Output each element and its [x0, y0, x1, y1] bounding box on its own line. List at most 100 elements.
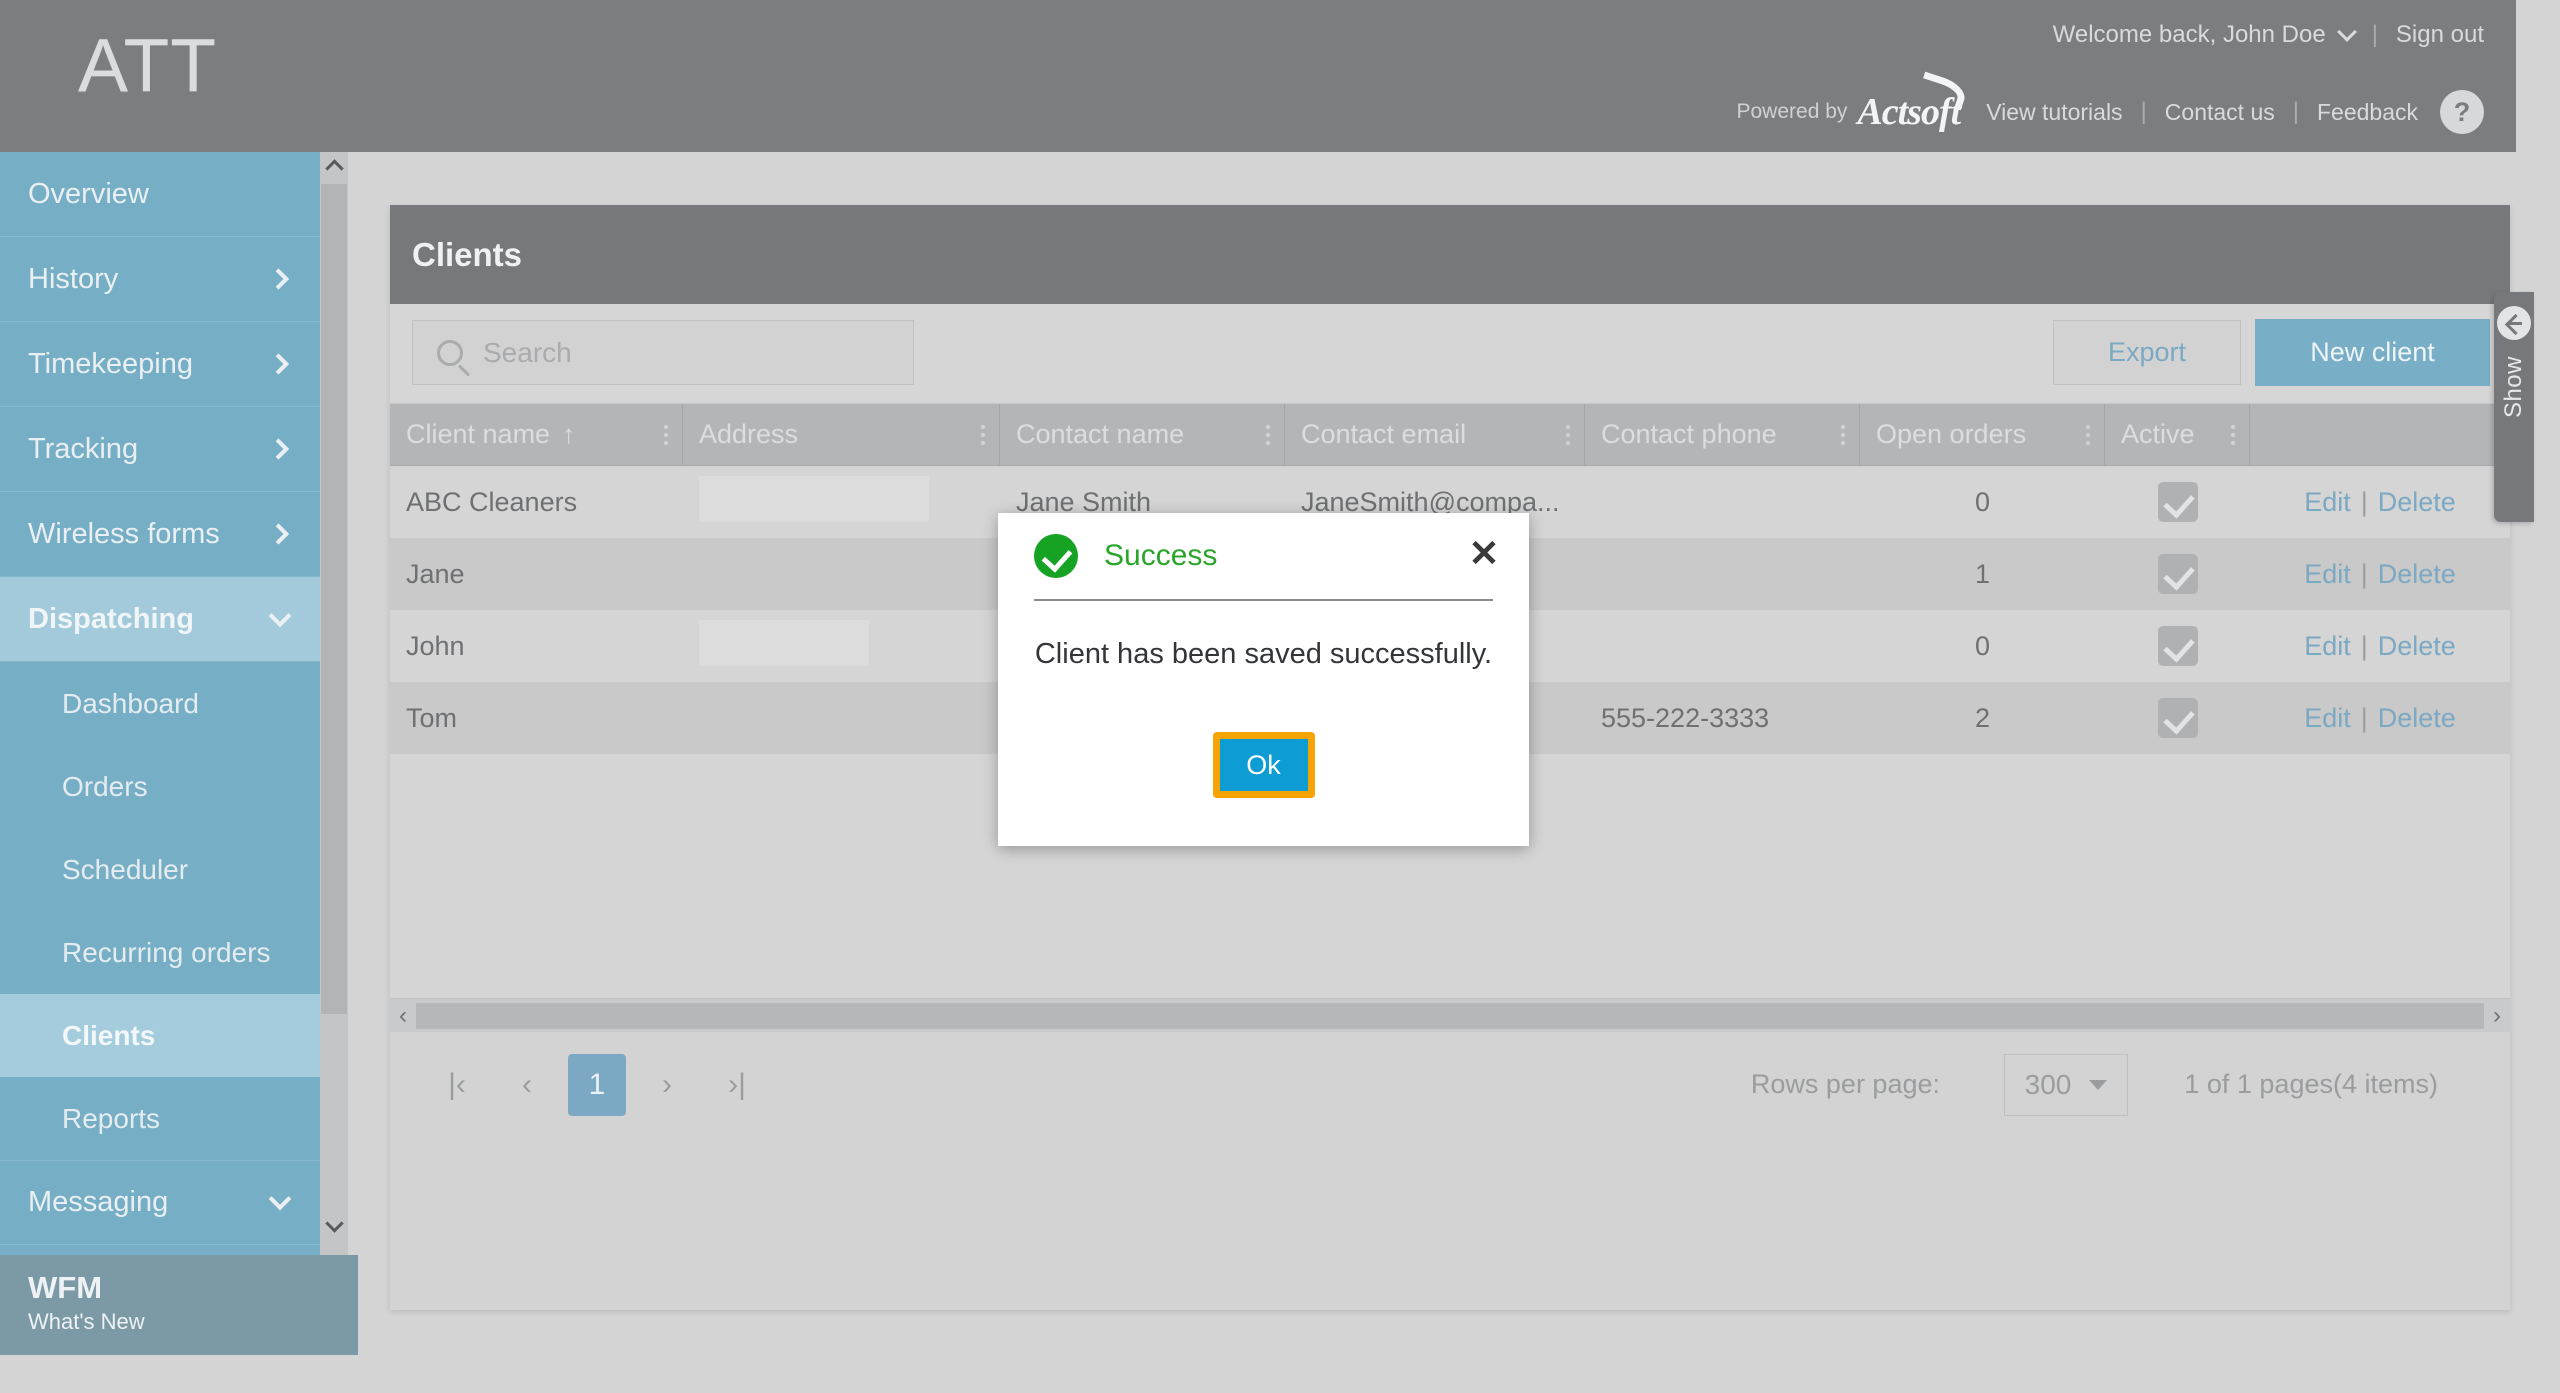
cell-address	[683, 619, 1000, 673]
sidebar-subitem-reports[interactable]: Reports	[0, 1077, 320, 1160]
edit-link[interactable]: Edit	[2304, 703, 2351, 734]
welcome-user-menu[interactable]: Welcome back, John Doe	[2052, 21, 2357, 49]
new-client-button[interactable]: New client	[2255, 319, 2490, 386]
sidebar-subitem-dashboard[interactable]: Dashboard	[0, 662, 320, 745]
column-header-label: Client name	[406, 419, 551, 449]
edit-link[interactable]: Edit	[2304, 487, 2351, 518]
header-account-area: Welcome back, John Doe | Sign out	[2053, 21, 2484, 49]
header-separator-1: |	[2371, 21, 2378, 48]
sidebar-scrollbar[interactable]	[320, 152, 348, 1352]
sidebar-item-label: Messaging	[28, 1186, 169, 1218]
wfm-title: WFM	[28, 1270, 103, 1305]
success-dialog: Success ✕ Client has been saved successf…	[998, 513, 1529, 846]
close-icon[interactable]: ✕	[1465, 535, 1503, 573]
scroll-down-arrow-icon[interactable]	[320, 1212, 348, 1240]
delete-link[interactable]: Delete	[2378, 487, 2456, 518]
column-header-label: Contact phone	[1601, 419, 1777, 449]
column-header-client-name[interactable]: Client name ↑	[390, 404, 683, 465]
last-page-button[interactable]: ›|	[708, 1056, 766, 1114]
active-checkbox[interactable]	[2157, 626, 2198, 666]
first-page-button[interactable]: |‹	[428, 1056, 486, 1114]
column-menu-icon[interactable]	[2086, 421, 2090, 449]
app-header: ATT Welcome back, John Doe | Sign out Po…	[0, 0, 2516, 152]
delete-link[interactable]: Delete	[2378, 631, 2456, 662]
column-header-label: Active	[2121, 419, 2195, 449]
sidebar-subitem-label: Clients	[62, 1019, 156, 1051]
column-header-actions[interactable]	[2250, 404, 2510, 465]
cell-open-orders: 0	[1974, 630, 1991, 661]
dialog-title: Success	[1104, 539, 1218, 572]
edit-link[interactable]: Edit	[2304, 559, 2351, 590]
arrow-left-circle-icon[interactable]	[2497, 306, 2531, 340]
column-menu-icon[interactable]	[1566, 421, 1570, 449]
pagination-bar: |‹ ‹ 1 › ›| Rows per page: 300 1 of 1 pa…	[390, 1032, 2510, 1137]
sidebar-subitem-scheduler[interactable]: Scheduler	[0, 828, 320, 911]
active-checkbox[interactable]	[2157, 698, 2198, 738]
scroll-left-arrow-icon[interactable]: ‹	[390, 1002, 416, 1030]
sidebar-subitem-label: Orders	[62, 770, 148, 802]
sidebar-item-messaging[interactable]: Messaging	[0, 1160, 320, 1245]
column-header-contact-phone[interactable]: Contact phone	[1585, 404, 1860, 465]
delete-link[interactable]: Delete	[2378, 559, 2456, 590]
chevron-right-icon	[267, 523, 290, 545]
next-page-button[interactable]: ›	[638, 1056, 696, 1114]
column-menu-icon[interactable]	[1266, 421, 1270, 449]
cell-open-orders: 0	[1974, 486, 1991, 517]
chevron-down-icon[interactable]	[2336, 21, 2357, 42]
column-header-active[interactable]: Active	[2105, 404, 2250, 465]
sidebar-subitem-recurring-orders[interactable]: Recurring orders	[0, 911, 320, 994]
sidebar-item-label: Wireless forms	[28, 517, 220, 550]
show-side-panel-tab[interactable]: Show	[2494, 292, 2534, 522]
edit-link[interactable]: Edit	[2304, 631, 2351, 662]
column-header-contact-name[interactable]: Contact name	[1000, 404, 1285, 465]
page-number-button[interactable]: 1	[568, 1053, 626, 1116]
sidebar-subitem-label: Scheduler	[62, 853, 189, 885]
export-button[interactable]: Export	[2053, 320, 2241, 385]
previous-page-button[interactable]: ‹	[498, 1056, 556, 1114]
sidebar-item-tracking[interactable]: Tracking	[0, 407, 320, 492]
column-header-contact-email[interactable]: Contact email	[1285, 404, 1585, 465]
action-separator: |	[2360, 486, 2368, 517]
horizontal-scrollbar-thumb[interactable]	[416, 1002, 2484, 1029]
sidebar-scrollbar-thumb[interactable]	[321, 184, 347, 1014]
sidebar-subitem-clients[interactable]: Clients	[0, 994, 320, 1077]
cell-client-name: Tom	[406, 702, 458, 733]
chevron-right-icon	[267, 353, 290, 375]
delete-link[interactable]: Delete	[2378, 703, 2456, 734]
sidebar-subitem-label: Dashboard	[62, 687, 199, 719]
sidebar-item-timekeeping[interactable]: Timekeeping	[0, 322, 320, 407]
sidebar-subitem-label: Reports	[62, 1102, 161, 1134]
sidebar-item-overview[interactable]: Overview	[0, 152, 320, 237]
view-tutorials-link[interactable]: View tutorials	[1986, 99, 2122, 126]
sidebar-item-wireless-forms[interactable]: Wireless forms	[0, 492, 320, 577]
welcome-text: Welcome back, John Doe	[2052, 21, 2326, 48]
search-input[interactable]: Search	[412, 320, 914, 385]
feedback-link[interactable]: Feedback	[2317, 99, 2418, 126]
column-header-address[interactable]: Address	[683, 404, 1000, 465]
table-horizontal-scrollbar[interactable]: ‹ ›	[390, 998, 2510, 1032]
column-header-open-orders[interactable]: Open orders	[1860, 404, 2105, 465]
sidebar-item-history[interactable]: History	[0, 237, 320, 322]
sign-out-link[interactable]: Sign out	[2396, 21, 2484, 49]
help-icon[interactable]: ?	[2440, 90, 2484, 134]
cell-address	[683, 475, 1000, 529]
ok-button[interactable]: Ok	[1219, 739, 1308, 791]
sidebar-subitem-orders[interactable]: Orders	[0, 745, 320, 828]
chevron-right-icon	[267, 438, 290, 460]
active-checkbox[interactable]	[2157, 554, 2198, 594]
scroll-up-arrow-icon[interactable]	[320, 152, 348, 180]
column-menu-icon[interactable]	[1841, 421, 1845, 449]
rows-per-page-select[interactable]: 300	[2004, 1053, 2128, 1116]
contact-us-link[interactable]: Contact us	[2165, 99, 2275, 126]
sidebar-item-dispatching[interactable]: Dispatching	[0, 577, 320, 662]
column-menu-icon[interactable]	[981, 421, 985, 449]
cell-active	[2105, 698, 2250, 738]
active-checkbox[interactable]	[2157, 482, 2198, 522]
column-menu-icon[interactable]	[664, 421, 668, 449]
cell-contact-phone: 555-222-3333	[1601, 702, 1770, 733]
wfm-whats-new-badge[interactable]: WFM What's New	[0, 1255, 358, 1355]
scroll-right-arrow-icon[interactable]: ›	[2484, 1002, 2510, 1030]
column-menu-icon[interactable]	[2231, 421, 2235, 449]
sort-ascending-icon[interactable]: ↑	[562, 419, 575, 450]
sidebar-item-label: Dispatching	[28, 602, 194, 635]
